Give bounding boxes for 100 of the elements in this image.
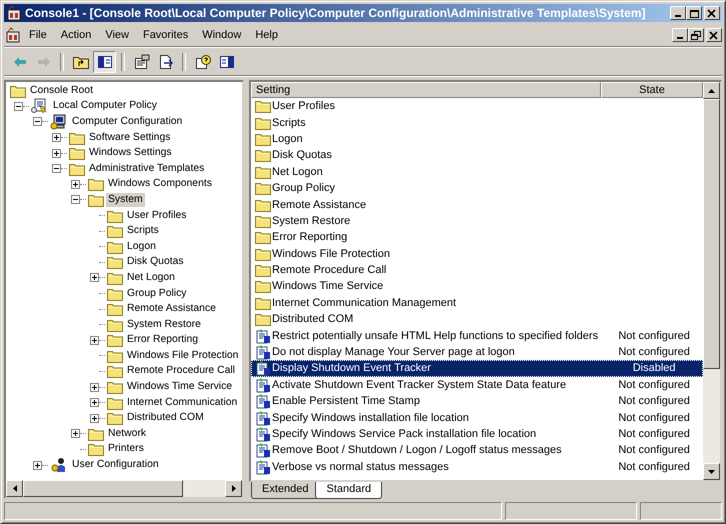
minimize-button[interactable] [672, 28, 688, 42]
list-row[interactable]: Restrict potentially unsafe HTML Help functions to specified folders Not configured [251, 327, 703, 344]
scrollbar-thumb[interactable] [703, 99, 720, 369]
tree-item[interactable]: Group Policy [125, 286, 188, 301]
down-arrow-icon [708, 470, 715, 474]
menu-item[interactable]: View [98, 27, 136, 43]
tree-item[interactable]: System Restore [125, 318, 203, 332]
list-row[interactable]: Net Logon [251, 164, 703, 180]
tree-item[interactable]: Distributed COM [125, 411, 206, 426]
folder-icon [69, 146, 85, 160]
list-row[interactable]: Logon [251, 130, 703, 148]
column-header[interactable]: State [601, 82, 703, 98]
collapse-icon[interactable] [71, 195, 80, 204]
list-row[interactable]: Group Policy [251, 180, 703, 196]
menu-item[interactable]: Action [54, 27, 98, 43]
scrollbar-thumb[interactable] [23, 480, 183, 497]
list-row[interactable]: Verbose vs normal status messages Not configured [251, 458, 703, 475]
list-row[interactable]: User Profiles [251, 98, 703, 114]
expand-icon[interactable] [90, 414, 99, 423]
expand-icon[interactable] [52, 148, 61, 158]
setting-state: Not configured [617, 395, 691, 408]
folder-icon [107, 396, 123, 410]
list-row[interactable]: Remote Assistance [251, 196, 703, 213]
scroll-down-button[interactable] [703, 463, 720, 480]
tree-item[interactable]: Net Logon [125, 270, 177, 285]
list-row[interactable]: Disk Quotas [251, 147, 703, 164]
maximize-button[interactable] [686, 6, 702, 20]
restore-button[interactable] [688, 28, 704, 42]
tree-item[interactable]: User Configuration [70, 458, 161, 472]
minimize-button[interactable] [670, 6, 686, 20]
list-row[interactable]: Error Reporting [251, 229, 703, 246]
expand-icon[interactable] [90, 273, 99, 282]
tree-item[interactable]: Windows File Protection [125, 348, 240, 363]
tree-item[interactable]: Administrative Templates [87, 162, 206, 176]
folder-icon [107, 411, 123, 426]
list-row[interactable]: Remove Boot / Shutdown / Logon / Logoff status messages Not configured [251, 442, 703, 459]
expand-icon[interactable] [90, 382, 99, 392]
tree-item[interactable]: Internet Communication [125, 396, 240, 410]
menu-item[interactable]: File [22, 27, 54, 43]
view-tab[interactable]: Standard [315, 482, 382, 499]
list-row[interactable]: Enable Persistent Time Stamp Not configured [251, 393, 703, 410]
setting-name: Internet Communication Management [271, 296, 458, 310]
tree-item[interactable]: Printers [106, 442, 146, 456]
collapse-icon[interactable] [52, 164, 61, 174]
list-row[interactable]: System Restore [251, 212, 703, 230]
list-row[interactable]: Remote Procedure Call [251, 262, 703, 278]
toolbar-button[interactable] [93, 51, 116, 73]
list-row[interactable]: Specify Windows Service Pack installation file location Not configured [251, 426, 703, 442]
folder-icon [10, 84, 26, 98]
tree-item[interactable]: Remote Procedure Call [125, 364, 237, 378]
tree-item[interactable]: Console Root [28, 84, 95, 98]
list-row[interactable]: Windows Time Service [251, 278, 703, 295]
tree-item[interactable]: Logon [125, 240, 158, 254]
setting-name: Windows Time Service [271, 279, 384, 294]
expand-icon[interactable] [52, 133, 61, 142]
restore-icon [691, 30, 701, 40]
expand-icon[interactable] [33, 460, 42, 470]
expand-icon[interactable] [90, 336, 99, 345]
close-button[interactable] [706, 28, 722, 42]
list-row[interactable]: Scripts [251, 114, 703, 131]
folder-icon [107, 333, 123, 348]
tree-item[interactable]: Error Reporting [125, 333, 200, 348]
list-row[interactable]: Do not display Manage Your Server page at logon Not configured [251, 344, 703, 360]
tree-item[interactable]: User Profiles [125, 208, 188, 223]
tree-item[interactable]: Scripts [125, 224, 161, 238]
list-row[interactable]: Internet Communication Management [251, 294, 703, 312]
tree-item[interactable]: Computer Configuration [70, 114, 184, 129]
list-row[interactable]: Specify Windows installation file location Not configured [251, 409, 703, 426]
collapse-icon[interactable] [33, 117, 42, 126]
tree-item[interactable]: Windows Components [106, 177, 214, 192]
tree-item[interactable]: Remote Assistance [125, 302, 218, 316]
expand-icon[interactable] [71, 429, 80, 438]
scroll-right-button[interactable] [225, 480, 242, 497]
list-row[interactable]: Activate Shutdown Event Tracker System State Data feature Not configured [251, 376, 703, 394]
list-row[interactable]: Distributed COM [251, 311, 703, 328]
menu-item[interactable]: Favorites [136, 27, 196, 43]
folder-icon [255, 263, 271, 278]
scroll-left-button[interactable] [6, 480, 23, 497]
column-header[interactable]: Setting [251, 82, 601, 98]
tree-item[interactable]: Software Settings [87, 130, 172, 145]
menu-item[interactable]: Window [195, 27, 248, 43]
list-row[interactable]: Windows File Protection [251, 246, 703, 262]
tree-item[interactable]: System [106, 192, 145, 207]
tree-item[interactable]: Network [106, 426, 148, 441]
collapse-icon[interactable] [14, 102, 23, 111]
menu-item[interactable]: Help [248, 27, 285, 43]
tree-item[interactable]: Local Computer Policy [51, 99, 159, 114]
folder-icon [255, 296, 271, 310]
scroll-up-button[interactable] [703, 82, 720, 99]
folder-icon [255, 246, 271, 261]
setting-name: Distributed COM [271, 312, 354, 326]
list-row[interactable]: Display Shutdown Event Tracker Disabled [251, 360, 703, 377]
folder-icon [107, 364, 123, 378]
tree-item[interactable]: Windows Time Service [125, 380, 234, 394]
tree-item[interactable]: Disk Quotas [125, 255, 186, 270]
expand-icon[interactable] [90, 398, 99, 408]
tree-item[interactable]: Windows Settings [87, 146, 174, 160]
close-button[interactable] [704, 6, 720, 20]
folder-icon [255, 214, 271, 228]
expand-icon[interactable] [71, 180, 80, 189]
